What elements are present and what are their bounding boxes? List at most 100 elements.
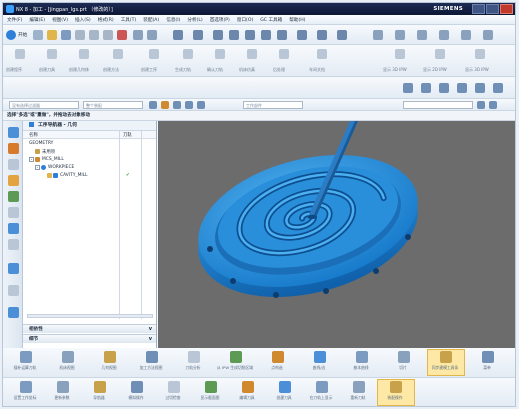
undo-icon[interactable]	[133, 30, 143, 40]
bottom1-tool-7[interactable]: 曲线/边	[309, 348, 331, 378]
view-machine-icon[interactable]	[439, 83, 449, 93]
bottom2-tool-2[interactable]: 导航器	[89, 378, 111, 406]
snap-center-icon[interactable]	[173, 101, 181, 109]
menu-analysis[interactable]: 分析(L)	[187, 17, 202, 23]
wireframe-icon[interactable]	[297, 30, 307, 40]
chevron-down-icon[interactable]: v	[149, 335, 152, 344]
snap-midpoint-icon[interactable]	[161, 101, 169, 109]
roles-icon[interactable]	[8, 263, 19, 274]
edit-object-icon[interactable]	[461, 30, 471, 40]
menu-insert[interactable]: 插入(S)	[75, 17, 91, 23]
generate-toolpath-icon[interactable]	[183, 49, 193, 59]
bottom2-tool-0[interactable]: 设置工作坐标	[14, 378, 37, 406]
customize-icon[interactable]	[483, 30, 493, 40]
view-program-icon[interactable]	[457, 83, 467, 93]
graphics-window[interactable]	[158, 121, 515, 348]
bottom2-tool-7[interactable]: 创建刀具	[274, 378, 296, 406]
snap-icon[interactable]	[417, 30, 427, 40]
render-style-icon[interactable]	[193, 30, 203, 40]
part-navigator-icon[interactable]	[8, 175, 19, 186]
assembly-navigator-icon[interactable]	[8, 159, 19, 170]
reuse-library-icon[interactable]	[8, 191, 19, 202]
display-3d-ipw-icon-2[interactable]	[475, 49, 485, 59]
part-selection-combo[interactable]: 工作部件	[243, 101, 303, 109]
postprocess-label[interactable]: 后处理	[273, 67, 285, 73]
shop-docs-icon[interactable]	[317, 49, 327, 59]
machine-simulation-icon[interactable]	[247, 49, 257, 59]
display-icon[interactable]	[373, 30, 383, 40]
pan-icon[interactable]	[261, 30, 271, 40]
bottom2-tool-3[interactable]: 模拟操作	[126, 378, 148, 406]
machine-navigator-icon[interactable]	[8, 143, 19, 154]
view-tool-icon[interactable]	[493, 83, 503, 93]
horizontal-scrollbar[interactable]	[27, 314, 153, 318]
display-2d-ipw-icon[interactable]	[435, 49, 445, 59]
menu-view[interactable]: 视图(V)	[52, 17, 68, 23]
hide-icon[interactable]	[395, 30, 405, 40]
close-button[interactable]	[500, 4, 513, 14]
layer-icon[interactable]	[317, 30, 327, 40]
menu-tools[interactable]: 工具(T)	[121, 17, 137, 23]
snap-quadrant-icon[interactable]	[185, 101, 193, 109]
start-icon[interactable]	[6, 30, 16, 40]
bottom1-tool-10[interactable]: 同步建模工具条	[427, 348, 465, 378]
type-filter-combo[interactable]: 没有选择过滤器	[9, 101, 79, 109]
web-browser-icon[interactable]	[8, 223, 19, 234]
bottom1-tool-11[interactable]: 菜单	[477, 348, 499, 378]
zoom-icon[interactable]	[229, 30, 239, 40]
bottom2-tool-6[interactable]: 编辑刀具	[237, 378, 259, 406]
restore-button[interactable]	[486, 4, 499, 14]
menu-assembly[interactable]: 装配(A)	[143, 17, 159, 23]
menu-window[interactable]: 窗口(O)	[237, 17, 253, 23]
shop-docs-label[interactable]: 车间文档	[309, 67, 325, 73]
details-section[interactable]: 细节 v	[23, 334, 156, 343]
create-tool-label[interactable]: 创建刀具	[39, 67, 55, 73]
create-geometry-icon[interactable]	[79, 49, 89, 59]
create-program-label[interactable]: 创建程序	[6, 67, 22, 73]
palettes-icon[interactable]	[8, 307, 19, 318]
view-geometry-icon[interactable]	[421, 83, 431, 93]
display-3d-ipw-label[interactable]: 显示 3D IPW	[383, 67, 407, 73]
collapse-toggle-icon[interactable]: -	[29, 157, 34, 162]
selection-options-icon[interactable]	[489, 101, 497, 109]
bottom1-tool-0[interactable]: 插补运算刀轨	[14, 348, 37, 378]
create-program-icon[interactable]	[15, 49, 25, 59]
verify-toolpath-icon[interactable]	[215, 49, 225, 59]
bottom2-tool-8[interactable]: 在刀轨上显示	[310, 378, 333, 406]
bottom1-tool-5[interactable]: 从 IPW 生成切削区域	[217, 348, 253, 378]
measure-icon[interactable]	[439, 30, 449, 40]
menu-help[interactable]: 帮助(H)	[289, 17, 305, 23]
minimize-button[interactable]	[472, 4, 485, 14]
display-3d-ipw-icon[interactable]	[395, 49, 405, 59]
generate-toolpath-label[interactable]: 生成刀轨	[175, 67, 191, 73]
view-mcs-icon[interactable]	[403, 83, 413, 93]
column-name[interactable]: 名称	[29, 132, 38, 138]
open-icon[interactable]	[47, 30, 57, 40]
start-button-label[interactable]: 开始	[18, 32, 27, 38]
create-method-label[interactable]: 创建方法	[103, 67, 119, 73]
create-geometry-label[interactable]: 创建几何体	[69, 67, 89, 73]
fit-icon[interactable]	[213, 30, 223, 40]
tree-row-unused[interactable]: 未用项	[23, 148, 156, 156]
system-materials-icon[interactable]	[8, 285, 19, 296]
menu-preferences[interactable]: 首选项(P)	[210, 17, 230, 23]
process-studio-icon[interactable]	[8, 239, 19, 250]
bottom1-tool-6[interactable]: 点构造	[267, 348, 289, 378]
collapse-toggle-icon[interactable]: -	[35, 165, 40, 170]
display-2d-ipw-label[interactable]: 显示 2D IPW	[423, 67, 447, 73]
menu-edit[interactable]: 编辑(E)	[29, 17, 45, 23]
bottom1-tool-3[interactable]: 加工方法视图	[140, 348, 163, 378]
operation-navigator-icon[interactable]	[8, 127, 19, 138]
bottom2-tool-4[interactable]: 过切检查	[163, 378, 185, 406]
bottom2-tool-5[interactable]: 显示截面图	[200, 378, 222, 406]
tree-row-mcs-mill[interactable]: - MCS_MILL	[23, 156, 156, 164]
tree-row-workpiece[interactable]: - WORKPIECE	[23, 164, 156, 172]
bottom1-tool-8[interactable]: 基本曲线	[351, 348, 373, 378]
paste-icon[interactable]	[103, 30, 113, 40]
copy-icon[interactable]	[89, 30, 99, 40]
view-method-icon[interactable]	[475, 83, 485, 93]
create-tool-icon[interactable]	[47, 49, 57, 59]
navigator-pin-icon[interactable]	[29, 122, 34, 127]
dependencies-section[interactable]: 相依性 v	[23, 324, 156, 333]
redo-icon[interactable]	[147, 30, 157, 40]
